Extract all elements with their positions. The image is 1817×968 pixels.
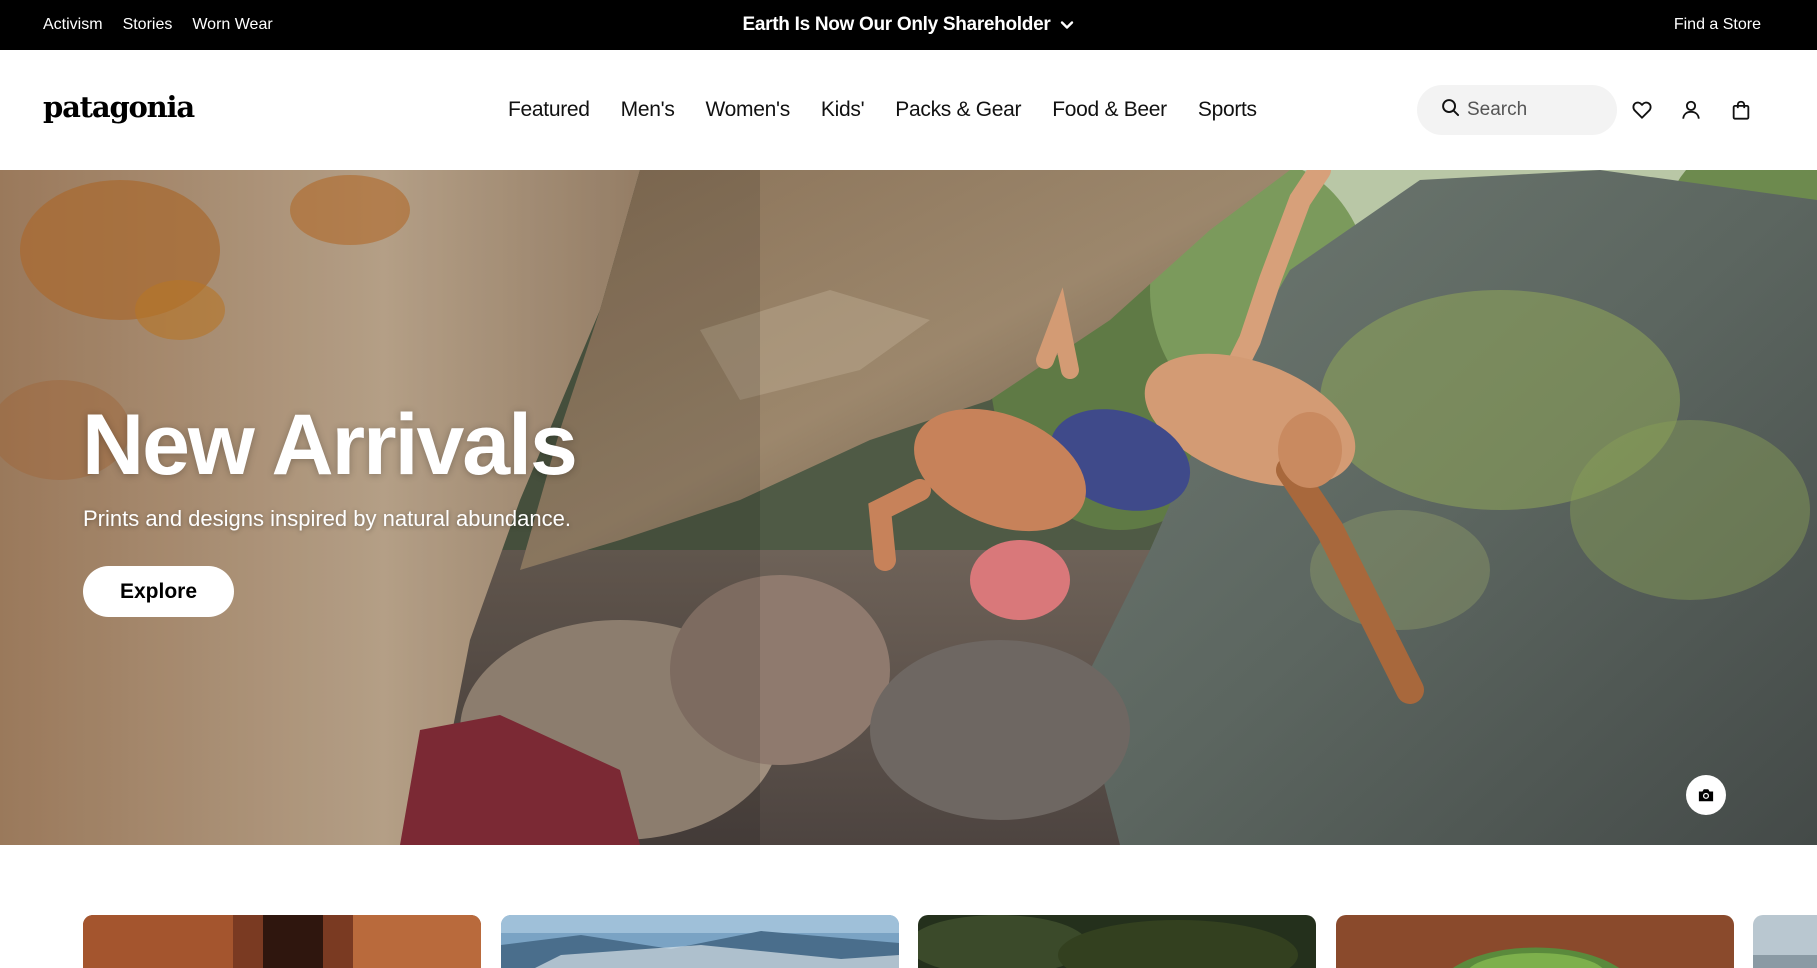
category-card[interactable] (1753, 915, 1817, 968)
announcement-bar: Activism Stories Worn Wear Earth Is Now … (0, 0, 1817, 50)
find-a-store-link[interactable]: Find a Store (1674, 16, 1761, 34)
card-image (501, 915, 899, 968)
card-row (0, 915, 1817, 968)
utility-link-stories[interactable]: Stories (123, 16, 173, 34)
patagonia-logo[interactable]: patagonia (43, 90, 195, 124)
search-input[interactable] (1467, 99, 1607, 121)
category-card[interactable] (918, 915, 1316, 968)
nav-food-beer[interactable]: Food & Beer (1052, 98, 1167, 122)
category-card[interactable] (83, 915, 481, 968)
hero-banner: New Arrivals Prints and designs inspired… (0, 170, 1817, 845)
category-card[interactable] (501, 915, 899, 968)
announcement-text[interactable]: Earth Is Now Our Only Shareholder (743, 14, 1051, 36)
card-image (918, 915, 1316, 968)
hero-subtitle: Prints and designs inspired by natural a… (83, 506, 571, 531)
nav-mens[interactable]: Men's (621, 98, 675, 122)
category-card[interactable] (1336, 915, 1734, 968)
heart-icon[interactable] (1629, 97, 1655, 123)
search-icon (1441, 98, 1460, 122)
search-box[interactable] (1417, 85, 1617, 135)
user-icon[interactable] (1678, 97, 1704, 123)
utility-nav: Activism Stories Worn Wear (43, 0, 273, 50)
nav-kids[interactable]: Kids' (821, 98, 865, 122)
card-image (83, 915, 481, 968)
nav-womens[interactable]: Women's (706, 98, 791, 122)
card-image (1336, 915, 1734, 968)
utility-link-worn-wear[interactable]: Worn Wear (192, 16, 272, 34)
chevron-down-icon[interactable] (1060, 18, 1074, 32)
explore-button[interactable]: Explore (83, 566, 234, 617)
bag-icon[interactable] (1728, 97, 1754, 123)
nav-sports[interactable]: Sports (1198, 98, 1257, 122)
nav-featured[interactable]: Featured (508, 98, 590, 122)
utility-link-activism[interactable]: Activism (43, 16, 103, 34)
site-header: patagonia Featured Men's Women's Kids' P… (0, 50, 1817, 170)
camera-icon[interactable] (1686, 775, 1726, 815)
main-nav: Featured Men's Women's Kids' Packs & Gea… (508, 50, 1288, 170)
hero-title: New Arrivals (82, 397, 578, 493)
card-image (1753, 915, 1817, 968)
nav-packs-gear[interactable]: Packs & Gear (895, 98, 1021, 122)
